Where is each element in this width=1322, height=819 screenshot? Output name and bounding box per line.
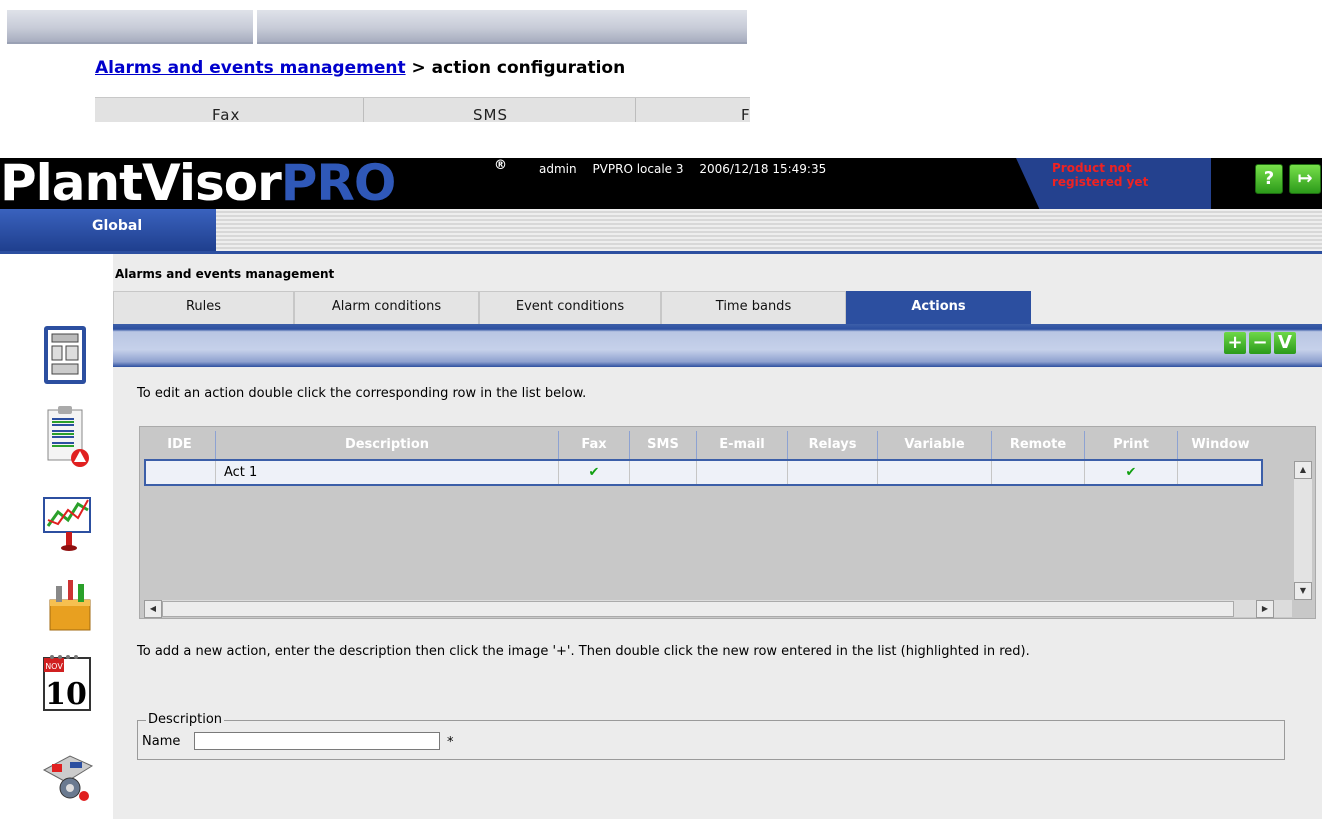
chart-icon[interactable] (40, 490, 96, 554)
required-marker: * (447, 735, 454, 750)
tab-actions[interactable]: Actions (846, 291, 1031, 324)
notice-line-1: Product not (1052, 161, 1132, 175)
col-email[interactable]: E-mail (697, 431, 788, 459)
cell-sms (630, 461, 697, 484)
snippet-divider (635, 98, 636, 122)
section-title: Alarms and events management (115, 267, 335, 281)
toolbox-icon[interactable] (42, 572, 98, 636)
tab-time-bands[interactable]: Time bands (661, 291, 846, 324)
breadcrumb-current: > action configuration (405, 58, 626, 78)
plant-settings-icon[interactable] (40, 740, 96, 804)
calendar-month: NOV (45, 662, 63, 671)
app-header: PlantVisorPRO ® admin PVPRO locale 3 200… (0, 158, 1322, 209)
cell-email (697, 461, 788, 484)
breadcrumb: Alarms and events management > action co… (95, 58, 625, 78)
global-nav-bar: Global (0, 209, 1322, 254)
help-icon[interactable]: ? (1255, 164, 1283, 194)
name-label: Name (142, 734, 181, 749)
col-ide[interactable]: IDE (144, 431, 216, 459)
actions-table: IDE Description Fax SMS E-mail Relays Va… (139, 426, 1316, 619)
tab-alarm-conditions[interactable]: Alarm conditions (294, 291, 479, 324)
table-row[interactable]: Act 1 ✔ ✔ (144, 459, 1263, 486)
add-icon[interactable]: + (1224, 332, 1246, 354)
col-sms[interactable]: SMS (630, 431, 697, 459)
name-input[interactable] (194, 732, 440, 750)
session-info: admin PVPRO locale 3 2006/12/18 15:49:35 (539, 162, 838, 176)
logo-text: PlantVisor (0, 154, 282, 212)
edit-instructions: To edit an action double click the corre… (137, 386, 587, 401)
tab-global-label: Global (92, 218, 143, 234)
scroll-left-icon[interactable]: ◀ (144, 600, 162, 618)
snippet-tab-1[interactable] (7, 10, 253, 44)
date-time: 2006/12/18 15:49:35 (699, 162, 827, 176)
cell-remote (992, 461, 1085, 484)
col-print[interactable]: Print (1085, 431, 1178, 459)
col-description[interactable]: Description (216, 431, 559, 459)
registration-notice: Product not registered yet (1016, 158, 1211, 209)
cell-ide (146, 461, 216, 484)
left-icon-rail: NOV 10 (0, 254, 113, 819)
cell-variable (878, 461, 992, 484)
cell-window (1178, 461, 1261, 484)
logo-registered-mark: ® (494, 158, 507, 173)
site-name: PVPRO locale 3 (592, 162, 684, 176)
calendar-icon[interactable]: NOV 10 (42, 652, 98, 716)
action-toolbar: + − V (113, 324, 1322, 367)
notice-line-2: registered yet (1052, 175, 1149, 189)
alarm-list-icon[interactable] (42, 404, 98, 468)
col-window[interactable]: Window (1178, 431, 1263, 459)
snippet-col-partial: F (741, 106, 750, 122)
logout-icon[interactable]: ↦ (1289, 164, 1321, 194)
snippet-column-strip: Fax SMS F (95, 97, 750, 122)
scroll-right-icon[interactable]: ▶ (1256, 600, 1274, 618)
fieldset-legend: Description (146, 712, 225, 727)
tab-event-conditions[interactable]: Event conditions (479, 291, 661, 324)
user-name: admin (539, 162, 577, 176)
scroll-up-icon[interactable]: ▲ (1294, 461, 1312, 479)
plantvisor-logo: PlantVisorPRO ® (0, 158, 507, 209)
col-relays[interactable]: Relays (788, 431, 878, 459)
remove-icon[interactable]: − (1249, 332, 1271, 354)
snippet-tab-2[interactable] (257, 10, 747, 44)
col-remote[interactable]: Remote (992, 431, 1085, 459)
layout-icon[interactable] (38, 324, 94, 388)
col-variable[interactable]: Variable (878, 431, 992, 459)
tab-rules[interactable]: Rules (113, 291, 294, 324)
description-fieldset: Description Name * (137, 712, 1285, 760)
cell-relays (788, 461, 878, 484)
add-instructions: To add a new action, enter the descripti… (137, 644, 1030, 659)
col-fax[interactable]: Fax (559, 431, 630, 459)
snippet-divider (363, 98, 364, 122)
horizontal-scrollbar[interactable]: ◀ ▶ (144, 600, 1292, 618)
logo-pro: PRO (280, 154, 397, 212)
calendar-day: 10 (45, 677, 87, 712)
snippet-col-sms: SMS (473, 106, 508, 122)
tab-global[interactable]: Global (0, 209, 216, 251)
vertical-scrollbar[interactable]: ▲ ▼ (1294, 461, 1312, 600)
snippet-col-fax: Fax (212, 106, 241, 122)
horizontal-scroll-thumb[interactable] (162, 601, 1234, 617)
main-content: Alarms and events management Rules Alarm… (113, 254, 1322, 819)
scroll-down-icon[interactable]: ▼ (1294, 582, 1312, 600)
cell-fax-check-icon: ✔ (559, 461, 630, 484)
cell-description: Act 1 (216, 461, 559, 484)
cell-print-check-icon: ✔ (1085, 461, 1178, 484)
confirm-icon[interactable]: V (1274, 332, 1296, 354)
breadcrumb-link[interactable]: Alarms and events management (95, 58, 406, 78)
